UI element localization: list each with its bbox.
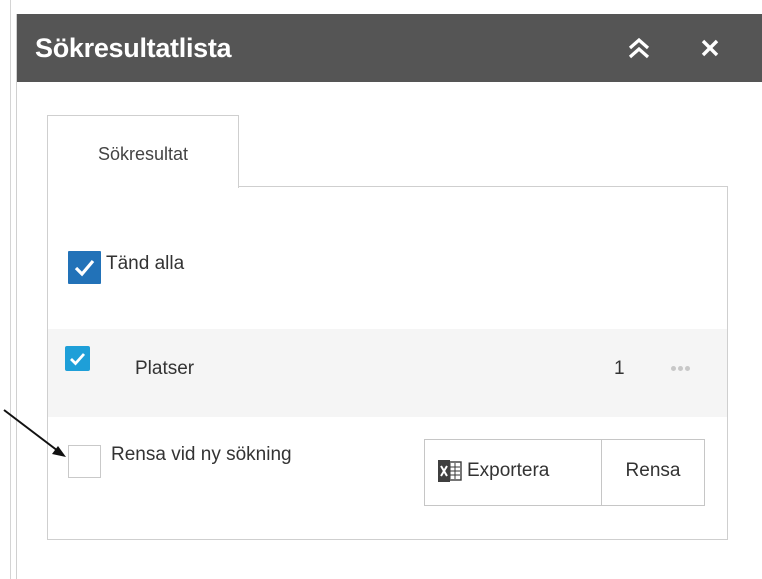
checkmark-icon	[70, 353, 86, 366]
clear-button-label: Rensa	[625, 460, 681, 481]
page-left-divider	[10, 0, 11, 579]
panel-title: Sökresultatlista	[35, 33, 232, 63]
toggle-all-checkbox[interactable]	[68, 251, 101, 284]
tab-sokresultat[interactable]: Sökresultat	[47, 115, 239, 188]
toggle-all-label: Tänd alla	[106, 253, 185, 274]
layer-name: Platser	[135, 358, 195, 379]
panel-header: Sökresultatlista	[17, 14, 762, 82]
search-results-panel: Sökresultatlista Sökresultat Tänd alla P…	[16, 14, 762, 579]
checkmark-icon	[74, 259, 95, 277]
clear-on-new-search-label: Rensa vid ny sökning	[111, 444, 292, 465]
export-button-label: Exportera	[467, 460, 550, 481]
collapse-button[interactable]	[625, 34, 653, 62]
results-content: Tänd alla Platser 1 Rensa vid ny sökning	[47, 186, 728, 540]
close-button[interactable]	[696, 34, 724, 62]
annotation-arrow-icon	[3, 409, 66, 457]
layer-visibility-checkbox[interactable]	[65, 346, 90, 371]
close-icon	[701, 39, 719, 57]
export-button[interactable]: Exportera	[424, 439, 602, 506]
clear-button[interactable]: Rensa	[601, 439, 705, 506]
excel-icon	[438, 460, 462, 482]
double-chevron-up-icon	[628, 37, 650, 59]
layer-result-count: 1	[614, 358, 625, 379]
clear-on-new-search-checkbox[interactable]	[68, 445, 101, 478]
more-dots-icon[interactable]	[670, 357, 706, 381]
tab-label: Sökresultat	[97, 144, 189, 164]
result-layer-row[interactable]: Platser 1	[48, 329, 727, 417]
